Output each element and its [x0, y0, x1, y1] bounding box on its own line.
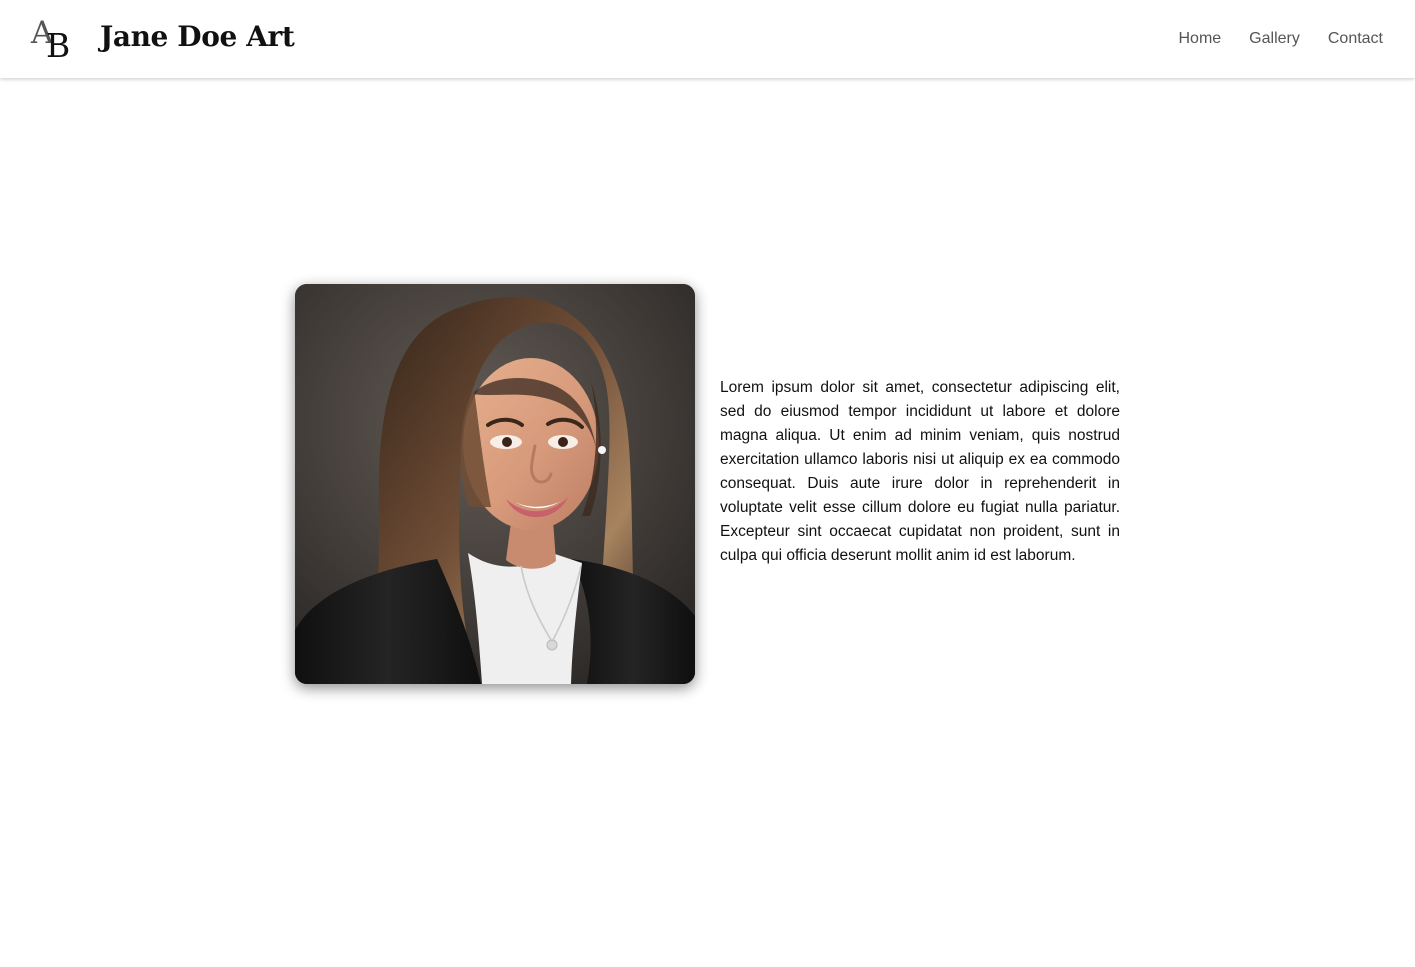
necklace-pendant — [546, 639, 558, 651]
right-iris — [558, 437, 568, 447]
site-title: Jane Doe Art — [100, 20, 295, 53]
left-iris — [502, 437, 512, 447]
portrait-illustration — [295, 284, 695, 684]
nav-gallery-link[interactable]: Gallery — [1249, 29, 1300, 49]
nav-home-link[interactable]: Home — [1178, 29, 1221, 49]
logo[interactable]: A B — [31, 18, 73, 65]
portrait-photo — [295, 284, 695, 684]
about-paragraph: Lorem ipsum dolor sit amet, consectetur … — [720, 379, 1120, 564]
main-navigation: Home Gallery Contact — [1178, 29, 1383, 49]
logo-letter-b: B — [46, 26, 71, 65]
site-header: A B Jane Doe Art Home Gallery Contact — [0, 0, 1415, 78]
earring — [598, 446, 606, 454]
nav-contact-link[interactable]: Contact — [1328, 29, 1383, 49]
white-top — [468, 553, 582, 684]
